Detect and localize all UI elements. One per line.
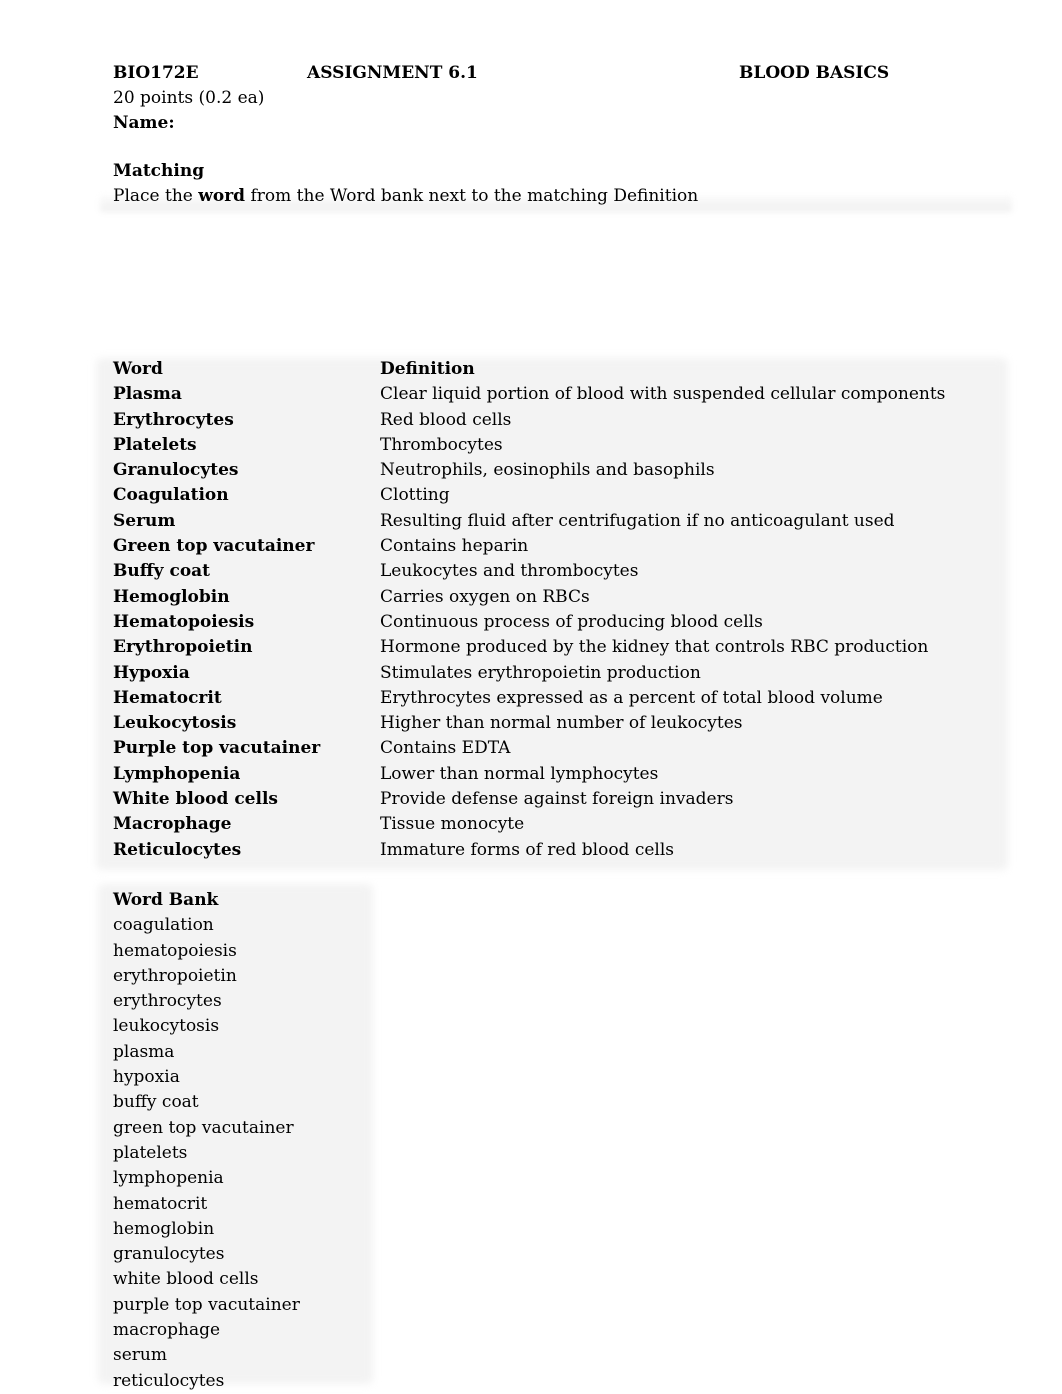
word-bank-item: purple top vacutainer: [113, 1294, 300, 1315]
table-row: Hypoxia Stimulates erythropoietin product…: [113, 661, 993, 686]
row-definition: Erythrocytes expressed as a percent of t…: [380, 687, 883, 708]
row-word: Reticulocytes: [113, 839, 242, 860]
table-row: Macrophage Tissue monocyte: [113, 812, 993, 837]
word-bank-item: green top vacutainer: [113, 1117, 294, 1138]
word-bank-item: plasma: [113, 1041, 175, 1062]
table-row: Green top vacutainer Contains heparin: [113, 534, 993, 559]
word-bank-item: platelets: [113, 1142, 188, 1163]
table-row: Plasma Clear liquid portion of blood with…: [113, 382, 993, 407]
course-code: BIO172E: [113, 63, 199, 83]
word-bank-item: granulocytes: [113, 1244, 225, 1265]
points-info: 20 points (0.2 ea): [113, 88, 265, 108]
table-row: Serum Resulting fluid after centrifugatio…: [113, 509, 993, 534]
table-body: Plasma Clear liquid portion of blood with…: [113, 382, 993, 863]
row-definition: Clotting: [380, 485, 450, 506]
row-word: Hematocrit: [113, 687, 222, 708]
table-row: Erythropoietin Hormone produced by the ki…: [113, 635, 993, 660]
table-row: Coagulation Clotting: [113, 483, 993, 508]
row-definition: Contains EDTA: [380, 738, 511, 759]
row-word: Hematopoiesis: [113, 611, 255, 632]
row-word: White blood cells: [113, 789, 278, 810]
word-bank-item: erythropoietin: [113, 965, 237, 986]
row-definition: Neutrophils, eosinophils and basophils: [380, 460, 715, 481]
row-definition: Immature forms of red blood cells: [380, 839, 675, 860]
word-bank-item: reticulocytes: [113, 1370, 225, 1391]
row-definition: Clear liquid portion of blood with suspe…: [380, 384, 946, 405]
row-word: Purple top vacutainer: [113, 738, 321, 759]
table-row: White blood cells Provide defense against…: [113, 787, 993, 812]
row-word: Coagulation: [113, 485, 229, 506]
table-row: Hemoglobin Carries oxygen on RBCs: [113, 585, 993, 610]
name-label: Name:: [113, 113, 175, 133]
word-bank-list: coagulation hematopoiesis erythropoietin er…: [113, 913, 373, 1394]
row-word: Serum: [113, 510, 176, 531]
assignment-title: BLOOD BASICS: [739, 63, 890, 83]
table-row: Platelets Thrombocytes: [113, 433, 993, 458]
row-definition: Carries oxygen on RBCs: [380, 586, 590, 607]
word-bank-item: erythrocytes: [113, 991, 222, 1012]
table-row: Hematopoiesis Continuous process of produ…: [113, 610, 993, 635]
table-row: Erythrocytes Red blood cells: [113, 408, 993, 433]
row-word: Leukocytosis: [113, 713, 237, 734]
word-bank-item: hemoglobin: [113, 1218, 215, 1239]
row-word: Macrophage: [113, 814, 232, 835]
word-bank-item: coagulation: [113, 915, 214, 936]
row-word: Hemoglobin: [113, 586, 230, 607]
row-word: Hypoxia: [113, 662, 190, 683]
instruction-after: from the Word bank next to the matching …: [245, 186, 699, 206]
instruction-before: Place the: [113, 186, 199, 206]
row-word: Erythropoietin: [113, 637, 253, 658]
row-definition: Tissue monocyte: [380, 814, 525, 835]
word-bank-item: serum: [113, 1345, 167, 1366]
row-word: Granulocytes: [113, 460, 239, 481]
row-definition: Stimulates erythropoietin production: [380, 662, 701, 683]
row-definition: Higher than normal number of leukocytes: [380, 713, 743, 734]
word-bank-item: hematopoiesis: [113, 940, 237, 961]
row-definition: Continuous process of producing blood ce…: [380, 611, 763, 632]
table-header-row: Word Definition: [113, 357, 993, 382]
matching-table: Word Definition Plasma Clear liquid porti…: [113, 357, 993, 863]
word-bank: Word Bank coagulation hematopoiesis erythr…: [113, 888, 373, 1394]
row-definition: Hormone produced by the kidney that cont…: [380, 637, 929, 658]
row-word: Platelets: [113, 434, 197, 455]
word-bank-title: Word Bank: [113, 890, 219, 910]
table-row: Lymphopenia Lower than normal lymphocytes: [113, 762, 993, 787]
header-word: Word: [113, 359, 163, 379]
document-page: BIO172E ASSIGNMENT 6.1 BLOOD BASICS 20 p…: [0, 0, 1062, 1391]
table-row: Purple top vacutainer Contains EDTA: [113, 736, 993, 761]
instruction-bold-word: word: [198, 186, 246, 206]
word-bank-item: leukocytosis: [113, 1016, 220, 1037]
row-definition: Red blood cells: [380, 409, 512, 430]
word-bank-item: hematocrit: [113, 1193, 208, 1214]
instruction-text: Place the word from the Word bank next t…: [113, 184, 698, 209]
row-definition: Leukocytes and thrombocytes: [380, 561, 639, 582]
row-word: Green top vacutainer: [113, 536, 315, 557]
word-bank-item: lymphopenia: [113, 1168, 224, 1189]
section-heading: Matching: [113, 161, 205, 181]
row-definition: Thrombocytes: [380, 434, 503, 455]
row-word: Buffy coat: [113, 561, 211, 582]
row-word: Erythrocytes: [113, 409, 234, 430]
row-definition: Resulting fluid after centrifugation if …: [380, 510, 895, 531]
table-row: Hematocrit Erythrocytes expressed as a pe…: [113, 686, 993, 711]
table-row: Granulocytes Neutrophils, eosinophils and…: [113, 458, 993, 483]
row-word: Plasma: [113, 384, 182, 405]
word-bank-item: macrophage: [113, 1320, 221, 1341]
assignment-number: ASSIGNMENT 6.1: [307, 63, 478, 83]
table-row: Reticulocytes Immature forms of red blood…: [113, 838, 993, 863]
header-definition: Definition: [380, 359, 475, 379]
row-definition: Provide defense against foreign invaders: [380, 789, 734, 810]
table-row: Leukocytosis Higher than normal number of…: [113, 711, 993, 736]
word-bank-item: buffy coat: [113, 1092, 199, 1113]
row-definition: Lower than normal lymphocytes: [380, 763, 659, 784]
word-bank-item: hypoxia: [113, 1067, 180, 1088]
row-word: Lymphopenia: [113, 763, 241, 784]
row-definition: Contains heparin: [380, 536, 529, 557]
table-row: Buffy coat Leukocytes and thrombocytes: [113, 559, 993, 584]
word-bank-item: white blood cells: [113, 1269, 259, 1290]
